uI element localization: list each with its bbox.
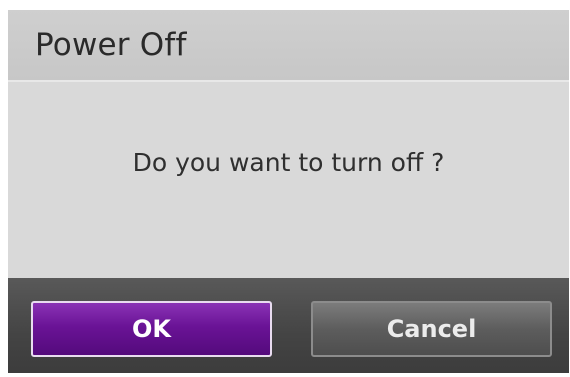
power-off-dialog: Power Off Do you want to turn off ? OK C… xyxy=(8,10,569,373)
dialog-body: Do you want to turn off ? xyxy=(8,82,569,278)
ok-button[interactable]: OK xyxy=(31,301,272,357)
dialog-button-bar: OK Cancel xyxy=(8,278,569,373)
cancel-button-label: Cancel xyxy=(386,315,477,343)
ok-button-label: OK xyxy=(132,315,171,343)
cancel-button[interactable]: Cancel xyxy=(311,301,552,357)
dialog-message: Do you want to turn off ? xyxy=(132,148,445,177)
dialog-title: Power Off xyxy=(35,27,187,63)
dialog-title-bar: Power Off xyxy=(8,10,569,82)
